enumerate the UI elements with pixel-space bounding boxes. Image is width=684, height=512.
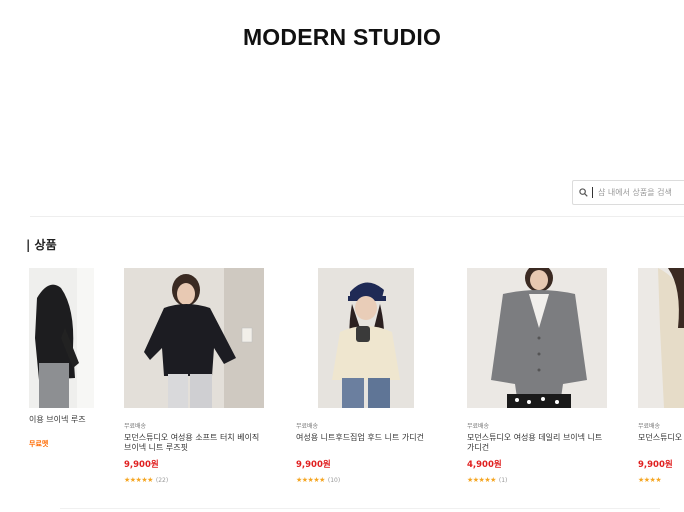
product-price: 9,900원 xyxy=(124,460,159,470)
free-shipping-badge: 무료배송 xyxy=(638,423,661,430)
product-price: 9,900원 xyxy=(296,460,331,470)
star-rating-icon: ★★★★★ xyxy=(467,476,496,484)
footer-divider xyxy=(60,508,660,509)
product-name[interactable]: 모던스튜디오 여성용 데일리 브이넥 니트 가디건 xyxy=(467,433,607,453)
search-icon[interactable] xyxy=(579,188,588,197)
product-card[interactable]: 무료배송 여성용 니트후드집업 후드 니트 가디건 9,900원 ★★★★★ (… xyxy=(296,268,436,484)
product-rating: ★★★★★ (22) xyxy=(124,476,264,484)
section-title: | 상품 xyxy=(26,238,57,252)
promo-label: 무료멧 xyxy=(29,440,49,448)
product-name[interactable]: 여성용 니트후드집업 후드 니트 가디건 xyxy=(296,433,436,453)
star-rating-icon: ★★★★★ xyxy=(296,476,325,484)
header-divider xyxy=(30,216,684,217)
product-image[interactable] xyxy=(29,268,94,408)
product-image[interactable] xyxy=(467,268,607,408)
product-card[interactable]: 무료배송 모던스튜디오 여성용 데일리 브이넥 니트 가디건 4,900원 ★★… xyxy=(467,268,607,484)
free-shipping-badge: 무료배송 xyxy=(467,423,490,430)
product-price: 9,900원 xyxy=(638,460,673,470)
product-card[interactable]: 무료배송 모던스튜디오 여성용 소프트 터치 베이직 브이넥 니트 루즈핏 9,… xyxy=(124,268,264,484)
product-name[interactable]: 이용 브이넥 루즈 xyxy=(29,414,94,425)
product-name[interactable]: 모던스튜디오 여성용 소프트 터치 베이직 브이넥 니트 루즈핏 xyxy=(124,433,264,453)
product-card-partial-right[interactable]: 무료배송 모던스튜디오 프트 브이넥 9,900원 ★★★★ xyxy=(638,268,684,484)
product-card-partial-left[interactable]: 이용 브이넥 루즈 무료멧 xyxy=(29,268,94,449)
review-count: (22) xyxy=(155,476,169,484)
product-image[interactable] xyxy=(124,268,264,408)
free-shipping-badge: 무료배송 xyxy=(296,423,319,430)
shop-brand-title[interactable]: MODERN STUDIO xyxy=(0,24,684,51)
search-input[interactable] xyxy=(598,188,684,197)
review-count: (1) xyxy=(498,476,508,484)
text-cursor xyxy=(592,187,593,198)
shop-search-box[interactable] xyxy=(572,180,684,205)
product-image[interactable] xyxy=(296,268,436,408)
product-price: 4,900원 xyxy=(467,460,502,470)
star-rating-icon: ★★★★★ xyxy=(124,476,153,484)
review-count: (10) xyxy=(327,476,341,484)
product-rating: ★★★★★ (1) xyxy=(467,476,607,484)
product-image[interactable] xyxy=(638,268,684,408)
star-rating-icon: ★★★★ xyxy=(638,476,662,484)
free-shipping-badge: 무료배송 xyxy=(124,423,147,430)
product-rating: ★★★★★ (10) xyxy=(296,476,436,484)
product-name[interactable]: 모던스튜디오 프트 브이넥 xyxy=(638,433,684,453)
product-rating: ★★★★ xyxy=(638,476,684,484)
